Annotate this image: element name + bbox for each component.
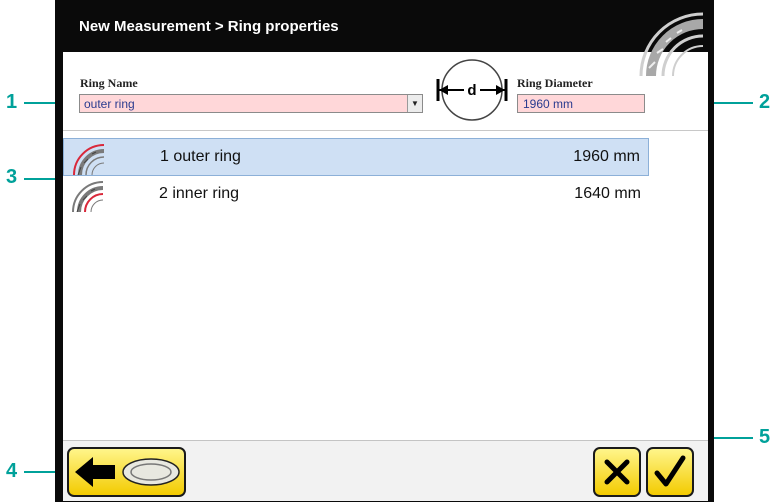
- ring-segment-outer-icon: [73, 144, 105, 175]
- callout-4: 4: [6, 460, 18, 482]
- ring-name-value: outer ring: [84, 97, 135, 111]
- ring-diameter: 1640 mm: [574, 185, 641, 202]
- close-icon: [604, 459, 630, 485]
- arrow-left-icon: [75, 457, 180, 487]
- bottom-toolbar: [63, 440, 708, 501]
- ring-name-label: Ring Name: [80, 76, 138, 90]
- ring-list-item-1[interactable]: 1 outer ring 1960 mm: [63, 138, 649, 176]
- ring-list-item-2[interactable]: 2 inner ring 1640 mm: [63, 176, 649, 214]
- ring-diameter-label: Ring Diameter: [517, 76, 593, 90]
- chevron-down-icon[interactable]: ▼: [407, 95, 422, 112]
- ring-name: 1 outer ring: [160, 148, 241, 165]
- callout-3: 3: [6, 166, 18, 188]
- back-button[interactable]: [67, 447, 186, 497]
- callout-5: 5: [759, 426, 771, 448]
- diameter-symbol-icon: d: [436, 59, 508, 121]
- form-divider: [63, 130, 708, 131]
- confirm-button[interactable]: [646, 447, 694, 497]
- callout-2: 2: [759, 91, 771, 113]
- ring-name: 2 inner ring: [159, 185, 240, 202]
- ring-diameter-input[interactable]: 1960 mm: [517, 94, 645, 113]
- ring-name-dropdown[interactable]: outer ring ▼: [79, 94, 423, 113]
- device-screen-frame: New Measurement > Ring properties Ring N…: [55, 0, 714, 502]
- cancel-button[interactable]: [593, 447, 641, 497]
- ring-diameter-value: 1960 mm: [523, 97, 574, 111]
- checkmark-icon: [654, 455, 686, 487]
- ring-segment-inner-icon: [72, 181, 104, 212]
- title-bar: New Measurement > Ring properties: [55, 0, 714, 55]
- callout-1: 1: [6, 91, 18, 113]
- ring-properties-screen: Ring Name outer ring ▼ d Ring Diameter 1…: [63, 52, 708, 501]
- window-title: New Measurement > Ring properties: [79, 18, 339, 35]
- diameter-letter: d: [467, 82, 476, 99]
- ring-diameter: 1960 mm: [573, 148, 640, 165]
- ring-segment-icon: [639, 12, 704, 76]
